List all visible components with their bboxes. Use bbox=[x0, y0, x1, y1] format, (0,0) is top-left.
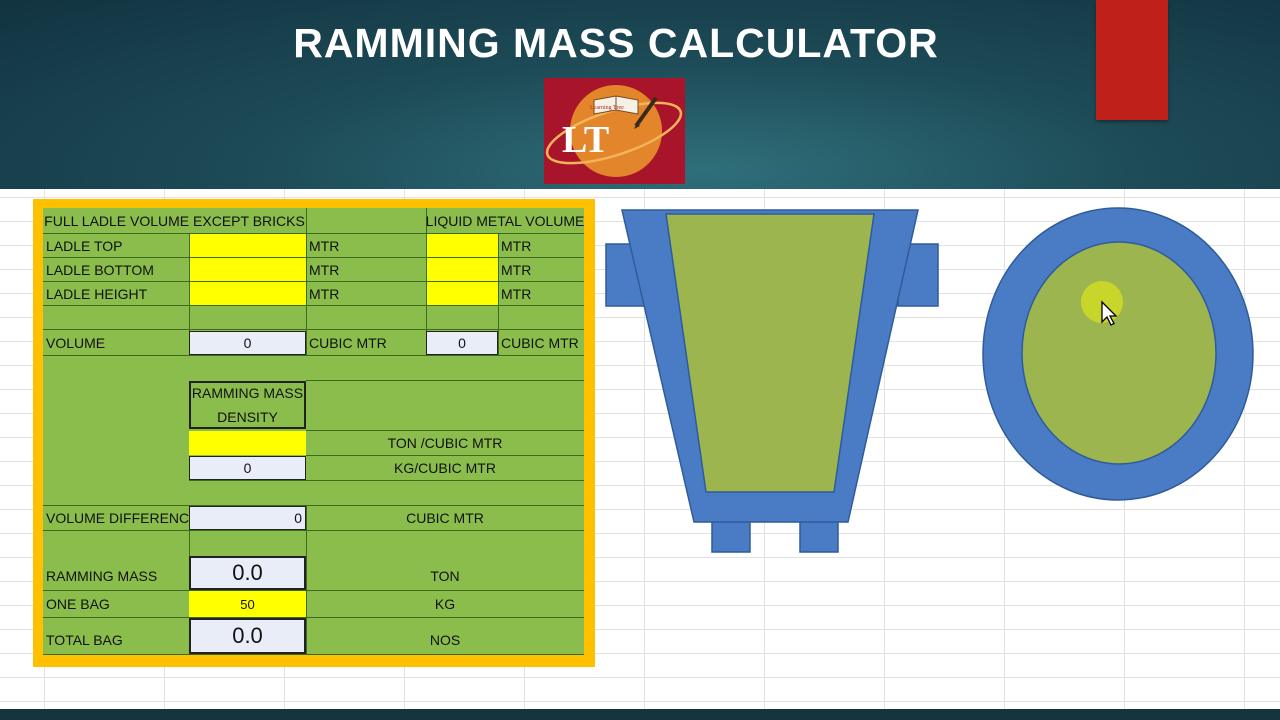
ramming-mass-label: RAMMING MASS bbox=[46, 568, 158, 584]
page-title: RAMMING MASS CALCULATOR bbox=[293, 20, 939, 66]
bottom-bar bbox=[0, 709, 1280, 720]
ladle-top-liquid-input[interactable] bbox=[426, 234, 498, 258]
ladle-top-label: LADLE TOP bbox=[46, 238, 123, 254]
total-bag-value: 0.0 bbox=[189, 618, 306, 654]
ladle-side-view-diagram bbox=[605, 209, 939, 553]
total-bag-unit: NOS bbox=[429, 632, 461, 648]
ladle-height-label: LADLE HEIGHT bbox=[46, 286, 148, 302]
learning-tree-logo: Learning Tree LT bbox=[544, 78, 685, 184]
unit-mtr-top-full: MTR bbox=[309, 238, 340, 254]
ramming-mass-unit: TON bbox=[430, 568, 460, 584]
ladle-bottom-label: LADLE BOTTOM bbox=[46, 262, 154, 278]
volume-difference-unit: CUBIC MTR bbox=[406, 510, 484, 526]
ladle-inner-circle bbox=[1021, 241, 1217, 465]
volume-label: VOLUME bbox=[46, 335, 106, 351]
unit-mtr-top-liquid: MTR bbox=[501, 238, 532, 254]
logo-banner-text: Learning Tree bbox=[590, 105, 624, 111]
ladle-height-full-input[interactable] bbox=[189, 282, 306, 306]
unit-mtr-height-full: MTR bbox=[309, 286, 340, 302]
slide-header: RAMMING MASS CALCULATOR Learning Tree LT bbox=[0, 0, 1280, 189]
density-ton-unit: TON /CUBIC MTR bbox=[387, 435, 503, 451]
ramming-mass-value: 0.0 bbox=[189, 556, 306, 590]
density-kg-value: 0 bbox=[189, 456, 306, 480]
ramming-mass-density-label: RAMMING MASS DENSITY bbox=[189, 381, 306, 429]
unit-mtr-bottom-liquid: MTR bbox=[501, 262, 532, 278]
cursor-pointer-icon bbox=[1081, 281, 1123, 326]
volume-liquid-value: 0 bbox=[426, 331, 498, 355]
unit-mtr-bottom-full: MTR bbox=[309, 262, 340, 278]
volume-full-value: 0 bbox=[189, 331, 306, 355]
full-volume-header: FULL LADLE VOLUME EXCEPT BRICKS bbox=[44, 213, 305, 229]
volume-difference-label: VOLUME DIFFERENCE bbox=[46, 510, 199, 526]
volume-full-unit: CUBIC MTR bbox=[309, 335, 387, 351]
one-bag-label: ONE BAG bbox=[46, 596, 110, 612]
total-bag-label: TOTAL BAG bbox=[46, 632, 123, 648]
ladle-left-foot bbox=[711, 517, 751, 553]
ladle-height-liquid-input[interactable] bbox=[426, 282, 498, 306]
density-label-line1: RAMMING MASS bbox=[191, 385, 304, 401]
one-bag-unit: KG bbox=[434, 596, 456, 612]
density-label-line2: DENSITY bbox=[217, 409, 278, 425]
logo-graphic: Learning Tree LT bbox=[545, 85, 683, 177]
mouse-cursor bbox=[1078, 280, 1124, 326]
density-kg-unit: KG/CUBIC MTR bbox=[394, 460, 496, 476]
ladle-top-full-input[interactable] bbox=[189, 234, 306, 258]
red-tab-decoration bbox=[1096, 0, 1168, 120]
volume-liquid-unit: CUBIC MTR bbox=[501, 335, 579, 351]
ladle-right-foot bbox=[799, 517, 839, 553]
logo-letters: LT bbox=[562, 119, 609, 161]
density-ton-input[interactable] bbox=[189, 431, 306, 455]
unit-mtr-height-liquid: MTR bbox=[501, 286, 532, 302]
ladle-bottom-liquid-input[interactable] bbox=[426, 258, 498, 282]
liquid-volume-header: LIQUID METAL VOLUME bbox=[425, 213, 585, 229]
ladle-bottom-full-input[interactable] bbox=[189, 258, 306, 282]
one-bag-input[interactable]: 50 bbox=[189, 591, 306, 617]
volume-difference-value: 0 bbox=[189, 506, 306, 530]
ladle-top-view-diagram bbox=[982, 207, 1254, 501]
